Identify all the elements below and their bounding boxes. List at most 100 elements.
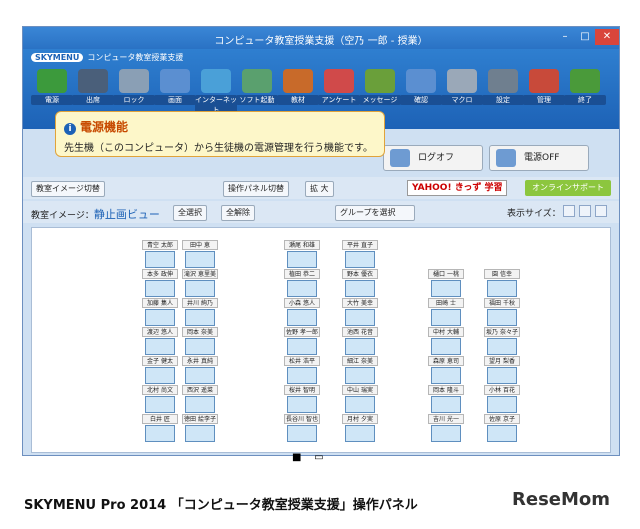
toolbar-button[interactable]: アンケート xyxy=(318,65,360,107)
size-medium-button[interactable] xyxy=(579,205,591,217)
student-seat[interactable]: 松井 浩平 xyxy=(284,356,320,384)
watermark: ReseMom xyxy=(512,489,611,510)
image-switch-button[interactable]: 教室イメージ切替 xyxy=(31,181,105,197)
student-seat[interactable]: 岡本 隆斗 xyxy=(428,385,464,413)
student-name: 平井 直子 xyxy=(342,240,378,250)
screen-thumbnail xyxy=(145,396,175,413)
student-seat[interactable]: 滝沢 恵里美 xyxy=(182,269,218,297)
student-seat[interactable]: 永井 真純 xyxy=(182,356,218,384)
student-seat[interactable]: 樋口 一桃 xyxy=(428,269,464,297)
logoff-button[interactable]: ログオフ xyxy=(383,145,483,171)
student-name: 瀬尾 和雄 xyxy=(284,240,320,250)
classroom-canvas: 青空 太郎 田中 恵 瀬尾 和雄 平井 直子本多 政伸 滝沢 恵里美 植田 恭二 野本 優衣… xyxy=(31,227,611,453)
student-seat[interactable]: 青空 太郎 xyxy=(142,240,178,268)
group-select-dropdown[interactable]: グループを選択 xyxy=(335,205,415,221)
toolbar-button[interactable]: ロック xyxy=(113,65,155,107)
toolbar-button[interactable]: 確認 xyxy=(400,65,442,107)
toolbar-button[interactable]: 設定 xyxy=(482,65,524,107)
student-seat[interactable]: 井川 絢乃 xyxy=(182,298,218,326)
student-seat[interactable]: 金子 健太 xyxy=(142,356,178,384)
student-seat[interactable]: 渡辺 悠人 xyxy=(142,327,178,355)
student-seat[interactable]: 加藤 集人 xyxy=(142,298,178,326)
student-seat[interactable]: 徳田 絵李子 xyxy=(182,414,218,442)
student-seat[interactable]: 田中 恵 xyxy=(182,240,218,268)
student-name: 井川 絢乃 xyxy=(182,298,218,308)
deselect-all-button[interactable]: 全解除 xyxy=(221,205,255,221)
student-seat[interactable]: 望月 梨香 xyxy=(484,356,520,384)
student-seat[interactable]: 小林 百花 xyxy=(484,385,520,413)
student-seat[interactable]: 佐原 京子 xyxy=(484,414,520,442)
student-seat[interactable]: 中村 大輔 xyxy=(428,327,464,355)
view-mode: 静止画ビュー xyxy=(93,208,160,221)
student-seat[interactable]: 小森 悠人 xyxy=(284,298,320,326)
size-large-button[interactable] xyxy=(595,205,607,217)
screen-thumbnail xyxy=(185,280,215,297)
student-seat[interactable]: 本多 政伸 xyxy=(142,269,178,297)
device-icon[interactable]: ■ xyxy=(292,452,301,463)
student-seat[interactable]: 中山 瑞実 xyxy=(342,385,378,413)
student-name: 森原 恵司 xyxy=(428,356,464,366)
toolbar-button[interactable]: 終了 xyxy=(564,65,606,107)
student-name: 永井 真純 xyxy=(182,356,218,366)
student-seat[interactable]: 佐野 孝一郎 xyxy=(284,327,320,355)
close-button[interactable]: ✕ xyxy=(595,29,619,45)
student-seat[interactable]: 岡本 奈美 xyxy=(182,327,218,355)
student-seat[interactable]: 植田 恭二 xyxy=(284,269,320,297)
maximize-button[interactable]: □ xyxy=(573,29,597,45)
print-icon[interactable]: ▭ xyxy=(314,452,323,463)
student-seat[interactable]: 細江 奈美 xyxy=(342,356,378,384)
student-seat[interactable]: 野本 優衣 xyxy=(342,269,378,297)
student-seat[interactable]: 田崎 士 xyxy=(428,298,464,326)
student-seat[interactable]: 北村 尚文 xyxy=(142,385,178,413)
student-seat[interactable]: 月村 夕実 xyxy=(342,414,378,442)
screen-thumbnail xyxy=(487,309,517,326)
student-seat[interactable]: 吉川 光一 xyxy=(428,414,464,442)
screen-thumbnail xyxy=(345,338,375,355)
student-seat[interactable]: 坂乃 奈々子 xyxy=(484,327,520,355)
screen-thumbnail xyxy=(287,425,317,442)
power-off-label: 電源OFF xyxy=(524,153,560,163)
toolbar-button[interactable]: メッセージ xyxy=(359,65,401,107)
student-seat[interactable]: 大竹 美幸 xyxy=(342,298,378,326)
student-seat[interactable]: 西沢 遥菜 xyxy=(182,385,218,413)
student-name: 月村 夕実 xyxy=(342,414,378,424)
screen-thumbnail xyxy=(145,280,175,297)
yahoo-kids-button[interactable]: YAHOO! きっず 学習 xyxy=(407,180,507,196)
select-all-button[interactable]: 全選択 xyxy=(173,205,207,221)
student-name: 大竹 美幸 xyxy=(342,298,378,308)
student-seat[interactable]: 池西 花音 xyxy=(342,327,378,355)
student-seat[interactable]: 園 信幸 xyxy=(484,269,520,297)
toolbar-button[interactable]: ソフト起動 xyxy=(236,65,278,107)
student-name: 小林 百花 xyxy=(484,385,520,395)
student-name: 佐原 京子 xyxy=(484,414,520,424)
toolbar-icon xyxy=(119,69,149,93)
toolbar-label: アンケート xyxy=(318,95,360,105)
window-title: コンピュータ教室授業支援（空乃 一郎 - 授業） xyxy=(214,36,428,47)
toolbar-label: 出席 xyxy=(72,95,114,105)
student-name: 望月 梨香 xyxy=(484,356,520,366)
toolbar-button[interactable]: マクロ xyxy=(441,65,483,107)
student-seat[interactable]: 福田 千秋 xyxy=(484,298,520,326)
size-small-button[interactable] xyxy=(563,205,575,217)
student-seat[interactable]: 白井 匠 xyxy=(142,414,178,442)
student-name: 金子 健太 xyxy=(142,356,178,366)
panel-switch-button[interactable]: 操作パネル切替 xyxy=(223,181,289,197)
student-seat[interactable]: 平井 直子 xyxy=(342,240,378,268)
student-seat[interactable]: 森原 恵司 xyxy=(428,356,464,384)
caption: SKYMENU Pro 2014 「コンピュータ教室授業支援」操作パネル xyxy=(24,498,418,513)
student-seat[interactable]: 長谷川 智也 xyxy=(284,414,320,442)
toolbar-button[interactable]: 教材 xyxy=(277,65,319,107)
toolbar-button[interactable]: 出席 xyxy=(72,65,114,107)
toolbar-button[interactable]: 画面 xyxy=(154,65,196,107)
power-off-button[interactable]: 電源OFF xyxy=(489,145,589,171)
toolbar-button[interactable]: 管理 xyxy=(523,65,565,107)
toolbar-icon xyxy=(160,69,190,93)
toolbar-button[interactable]: 電源 xyxy=(31,65,73,107)
student-seat[interactable]: 桜井 智明 xyxy=(284,385,320,413)
online-support-button[interactable]: オンラインサポート xyxy=(525,180,611,196)
zoom-button[interactable]: 拡 大 xyxy=(305,181,334,197)
toolbar-button[interactable]: インターネット xyxy=(195,65,237,115)
student-seat[interactable]: 瀬尾 和雄 xyxy=(284,240,320,268)
view-bar: 教室イメージ：静止画ビュー 全選択 全解除 グループを選択 表示サイズ： xyxy=(23,201,619,223)
screen-thumbnail xyxy=(185,425,215,442)
